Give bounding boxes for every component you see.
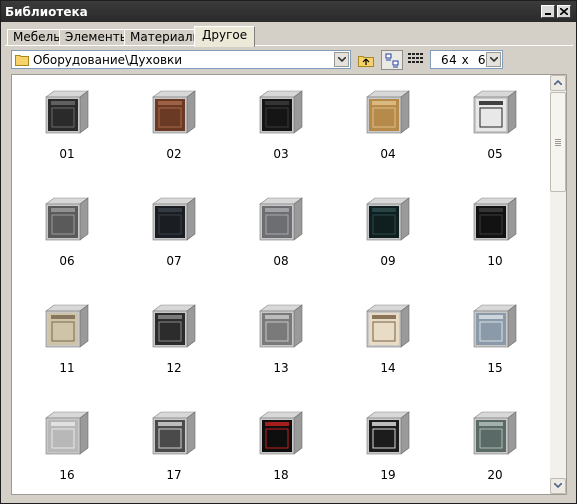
list-view-icon <box>385 53 399 68</box>
library-item[interactable]: 02 <box>119 75 219 165</box>
path-combobox[interactable]: Оборудование\Духовки <box>11 50 351 69</box>
oven-thumbnail-icon <box>152 411 196 455</box>
library-item[interactable]: 18 <box>226 396 326 486</box>
scroll-down-button[interactable] <box>550 478 566 494</box>
item-label: 14 <box>380 361 396 375</box>
size-dropdown-button[interactable] <box>486 52 501 67</box>
window-title: Библиотека <box>5 5 88 19</box>
item-label: 02 <box>166 147 182 161</box>
item-label: 09 <box>380 254 396 268</box>
folder-up-icon <box>358 56 374 67</box>
item-label: 04 <box>380 147 396 161</box>
item-label: 16 <box>59 468 75 482</box>
oven-thumbnail-icon <box>473 90 517 134</box>
library-window: Библиотека Мебель Элементы Материалы Дру… <box>0 0 577 504</box>
library-item[interactable]: 05 <box>440 75 540 165</box>
oven-thumbnail-icon <box>259 90 303 134</box>
oven-thumbnail-icon <box>473 411 517 455</box>
folder-icon <box>15 55 29 66</box>
close-button[interactable] <box>557 5 571 18</box>
tab-panel-divider <box>5 45 573 46</box>
item-label: 18 <box>273 468 289 482</box>
thumbnail-size-select[interactable]: 64 x 64 <box>430 50 503 69</box>
library-item[interactable]: 14 <box>333 289 433 379</box>
library-item[interactable]: 09 <box>333 182 433 272</box>
grid-view-icon <box>408 53 423 63</box>
oven-thumbnail-icon <box>473 197 517 241</box>
library-item[interactable]: 03 <box>226 75 326 165</box>
library-item[interactable]: 15 <box>440 289 540 379</box>
grip-line <box>555 145 561 146</box>
oven-thumbnail-icon <box>45 197 89 241</box>
oven-thumbnail-icon <box>473 304 517 348</box>
oven-thumbnail-icon <box>152 304 196 348</box>
library-item[interactable]: 06 <box>12 182 112 272</box>
chevron-down-icon <box>338 57 346 62</box>
item-label: 17 <box>166 468 182 482</box>
item-label: 13 <box>273 361 289 375</box>
item-label: 06 <box>59 254 75 268</box>
chevron-down-icon <box>554 483 562 488</box>
list-view-button[interactable] <box>381 50 403 70</box>
scroll-thumb[interactable] <box>550 92 566 192</box>
chevron-down-icon <box>490 57 498 62</box>
oven-thumbnail-icon <box>45 411 89 455</box>
item-label: 03 <box>273 147 289 161</box>
item-label: 11 <box>59 361 75 375</box>
library-item[interactable]: 11 <box>12 289 112 379</box>
oven-thumbnail-icon <box>366 197 410 241</box>
folder-up-button[interactable] <box>355 50 377 70</box>
item-label: 12 <box>166 361 182 375</box>
thumbnail-panel: 01 02 03 04 05 06 07 08 09 10 11 12 13 14 15 16 17 18 19 20 <box>11 74 567 495</box>
item-label: 01 <box>59 147 75 161</box>
library-item[interactable]: 13 <box>226 289 326 379</box>
library-item[interactable]: 12 <box>119 289 219 379</box>
oven-thumbnail-icon <box>366 90 410 134</box>
chevron-up-icon <box>554 80 562 85</box>
oven-thumbnail-icon <box>259 304 303 348</box>
thumbnail-grid: 01 02 03 04 05 06 07 08 09 10 11 12 13 14 15 16 17 18 19 20 <box>12 75 550 494</box>
grip-line <box>555 139 561 140</box>
grip-line <box>555 141 561 142</box>
tab-furniture[interactable]: Мебель <box>7 29 67 46</box>
library-item[interactable]: 20 <box>440 396 540 486</box>
oven-thumbnail-icon <box>152 90 196 134</box>
library-item[interactable]: 01 <box>12 75 112 165</box>
item-label: 20 <box>487 468 503 482</box>
library-item[interactable]: 07 <box>119 182 219 272</box>
title-bar[interactable]: Библиотека <box>1 1 576 22</box>
oven-thumbnail-icon <box>366 411 410 455</box>
oven-thumbnail-icon <box>259 411 303 455</box>
path-dropdown-button[interactable] <box>334 52 349 67</box>
path-text: Оборудование\Духовки <box>33 53 183 67</box>
scroll-up-button[interactable] <box>550 75 566 91</box>
library-item[interactable]: 16 <box>12 396 112 486</box>
oven-thumbnail-icon <box>152 197 196 241</box>
library-item[interactable]: 10 <box>440 182 540 272</box>
item-label: 10 <box>487 254 503 268</box>
item-label: 05 <box>487 147 503 161</box>
library-item[interactable]: 04 <box>333 75 433 165</box>
oven-thumbnail-icon <box>259 197 303 241</box>
oven-thumbnail-icon <box>45 90 89 134</box>
minimize-button[interactable] <box>541 5 555 18</box>
close-icon <box>560 8 568 15</box>
library-item[interactable]: 19 <box>333 396 433 486</box>
library-item[interactable]: 17 <box>119 396 219 486</box>
oven-thumbnail-icon <box>366 304 410 348</box>
grip-line <box>555 143 561 144</box>
oven-thumbnail-icon <box>45 304 89 348</box>
item-label: 15 <box>487 361 503 375</box>
tab-other[interactable]: Другое <box>194 26 256 47</box>
item-label: 19 <box>380 468 396 482</box>
item-label: 08 <box>273 254 289 268</box>
grid-view-button[interactable] <box>405 50 427 70</box>
vertical-scrollbar[interactable] <box>550 75 566 494</box>
item-label: 07 <box>166 254 182 268</box>
library-item[interactable]: 08 <box>226 182 326 272</box>
